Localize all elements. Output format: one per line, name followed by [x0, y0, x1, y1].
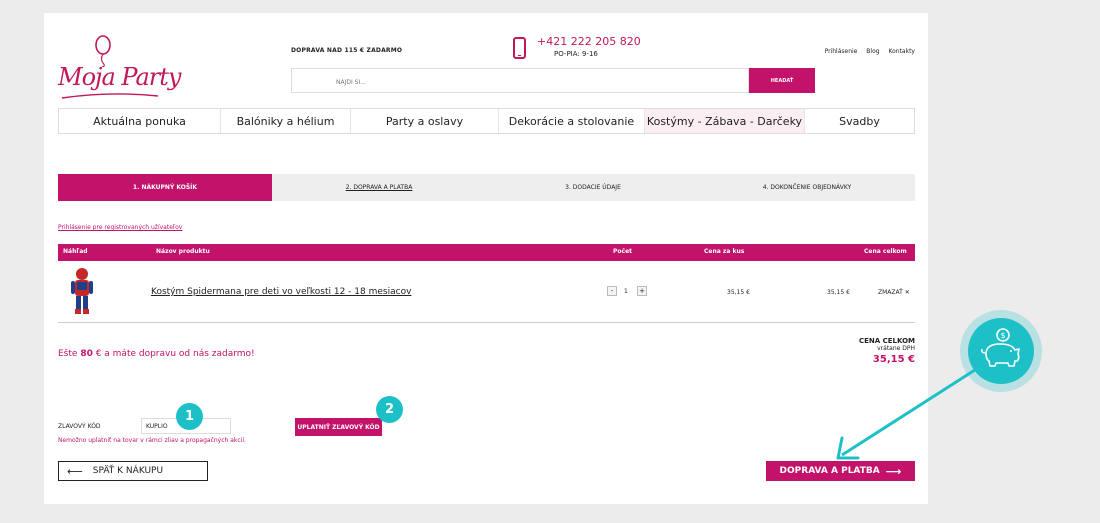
page: Moja Party DOPRAVA NAD 115 € ZADARMO +42…	[44, 13, 928, 504]
step-cart[interactable]: 1. NÁKUPNÝ KOŠÍK	[58, 174, 272, 201]
product-name-link[interactable]: Kostým Spidermana pre deti vo veľkosti 1…	[151, 287, 411, 297]
logo-text: Moja Party	[58, 63, 181, 91]
total-vat-note: vrátane DPH	[877, 345, 915, 352]
total-label: CENA CELKOM	[858, 337, 915, 345]
back-to-shopping-button[interactable]: ⟵ SPÄŤ K NÁKUPU	[58, 461, 208, 481]
piggy-bank-icon: $	[981, 328, 1020, 367]
apply-coupon-button[interactable]: UPLATNIŤ ZĽAVOVÝ KÓD	[295, 418, 382, 436]
search-button[interactable]: HEADAŤ	[749, 68, 815, 93]
free-shipping-message: Ešte 80 € a máte dopravu od nás zadarmo!	[58, 349, 255, 359]
total-value: 35,15 €	[872, 354, 915, 365]
login-link[interactable]: Prihlásenie	[825, 48, 858, 55]
phone-number[interactable]: +421 222 205 820	[537, 35, 641, 48]
free-msg-amount: 80	[80, 349, 93, 359]
free-msg-suffix: € a máte dopravu od nás zadarmo!	[92, 349, 255, 359]
top-links: Prihlásenie Blog Kontakty	[818, 48, 915, 55]
step-shipping-payment[interactable]: 2. DOPRAVA A PLATBA	[272, 174, 486, 201]
search-box	[291, 68, 749, 94]
next-button-label: DOPRAVA A PLATBA	[779, 466, 880, 476]
arrow-right-icon: ⟶	[885, 464, 902, 478]
coupon-label: ZLAVOVÝ KÓD	[58, 423, 101, 430]
qty-decrease-button[interactable]: -	[607, 286, 617, 296]
nav-item-weddings[interactable]: Svadby	[805, 109, 914, 133]
product-thumbnail[interactable]	[68, 266, 96, 316]
annotation-badge-1: 1	[176, 403, 203, 430]
col-unit-price: Cena za kus	[704, 248, 745, 255]
col-preview: Náhľad	[63, 248, 88, 255]
qty-value: 1	[624, 288, 628, 295]
step-order-completion: 4. DOKONČENIE OBJEDNÁVKY	[762, 184, 852, 191]
nav-item-costumes[interactable]: Kostýmy - Zábava - Darčeky	[645, 109, 805, 133]
logo[interactable]: Moja Party	[58, 35, 181, 103]
coupon-error: Nemožno uplatniť na tovar v rámci zliav …	[58, 437, 246, 444]
cart-table-header: Náhľad Názov produktu Počet Cena za kus …	[58, 244, 915, 261]
back-button-label: SPÄŤ K NÁKUPU	[92, 466, 164, 476]
phone-hours: PO-PIA: 9-16	[554, 50, 598, 58]
piggy-circle: $	[968, 318, 1034, 384]
free-msg-prefix: Ešte	[58, 349, 81, 359]
contacts-link[interactable]: Kontakty	[888, 48, 915, 55]
col-product-name: Názov produktu	[156, 248, 210, 255]
blog-link[interactable]: Blog	[866, 48, 879, 55]
nav-item-current-offer[interactable]: Aktuálna ponuka	[59, 109, 221, 133]
shipping-payment-button[interactable]: DOPRAVA A PLATBA ⟶	[766, 461, 915, 481]
nav-item-party[interactable]: Party a oslavy	[351, 109, 499, 133]
piggy-bank-badge: $	[960, 310, 1042, 392]
step-delivery-details: 3. DODACIE ÚDAJE	[565, 184, 621, 191]
phone-icon	[513, 37, 526, 59]
main-nav: Aktuálna ponuka Balóniky a hélium Party …	[58, 108, 915, 134]
row-total-price: 35,15 €	[827, 289, 850, 296]
nav-item-decorations[interactable]: Dekorácie a stolovanie	[499, 109, 645, 133]
checkout-steps: 1. NÁKUPNÝ KOŠÍK 2. DOPRAVA A PLATBA 3. …	[58, 174, 915, 201]
col-total-price: Cena celkom	[864, 248, 907, 255]
search-input[interactable]	[292, 71, 748, 94]
arrow-left-icon: ⟵	[67, 464, 83, 478]
table-row: Kostým Spidermana pre deti vo veľkosti 1…	[58, 263, 915, 323]
qty-increase-button[interactable]: +	[637, 286, 647, 296]
logo-swash	[61, 93, 159, 99]
nav-item-balloons[interactable]: Balóniky a hélium	[221, 109, 351, 133]
svg-text:$: $	[1000, 331, 1005, 340]
unit-price: 35,15 €	[727, 289, 750, 296]
col-quantity: Počet	[613, 248, 633, 255]
cart-total: CENA CELKOM vrátane DPH 35,15 €	[859, 337, 915, 365]
annotation-badge-2: 2	[376, 396, 403, 423]
free-shipping-note: DOPRAVA NAD 115 € ZADARMO	[291, 47, 403, 54]
remove-item-button[interactable]: ZMAZAŤ ✕	[878, 289, 910, 296]
registered-login-link[interactable]: Prihlásenie pre registrovaných užívateľo…	[58, 224, 182, 231]
